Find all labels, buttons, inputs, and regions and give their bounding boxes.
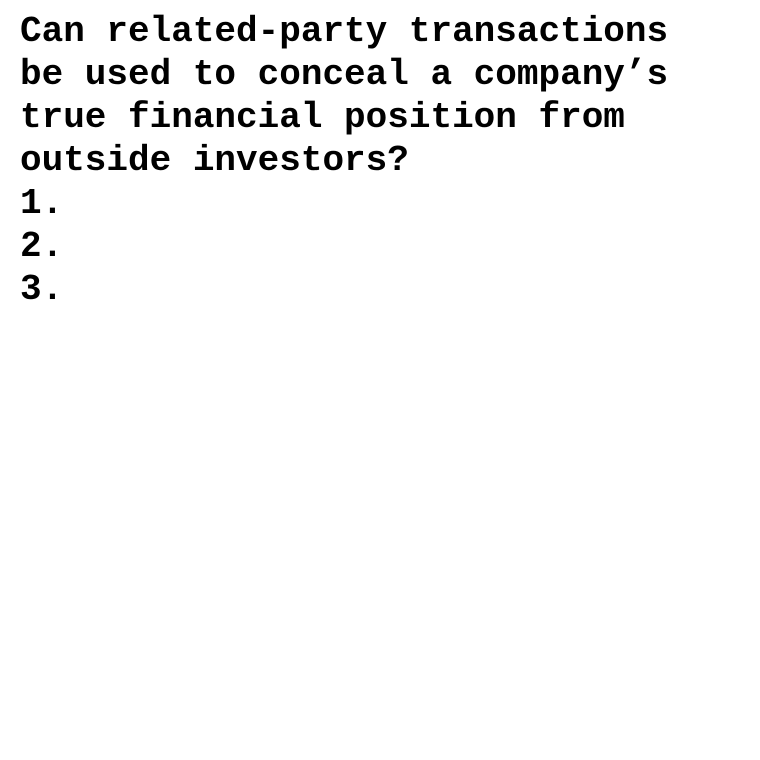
list-item-3: 3. bbox=[20, 269, 64, 310]
list-item-2: 2. bbox=[20, 226, 64, 267]
question-line: outside investors? bbox=[20, 140, 409, 181]
list-item-1: 1. bbox=[20, 183, 64, 224]
question-line: be used to conceal a company’s bbox=[20, 54, 669, 95]
document-page: Can related-party transactions be used t… bbox=[0, 0, 760, 760]
numbered-list: 1. 2. 3. bbox=[20, 182, 740, 311]
question-line: true financial position from bbox=[20, 97, 625, 138]
question-line: Can related-party transactions bbox=[20, 11, 669, 52]
question-text: Can related-party transactions be used t… bbox=[20, 10, 740, 182]
